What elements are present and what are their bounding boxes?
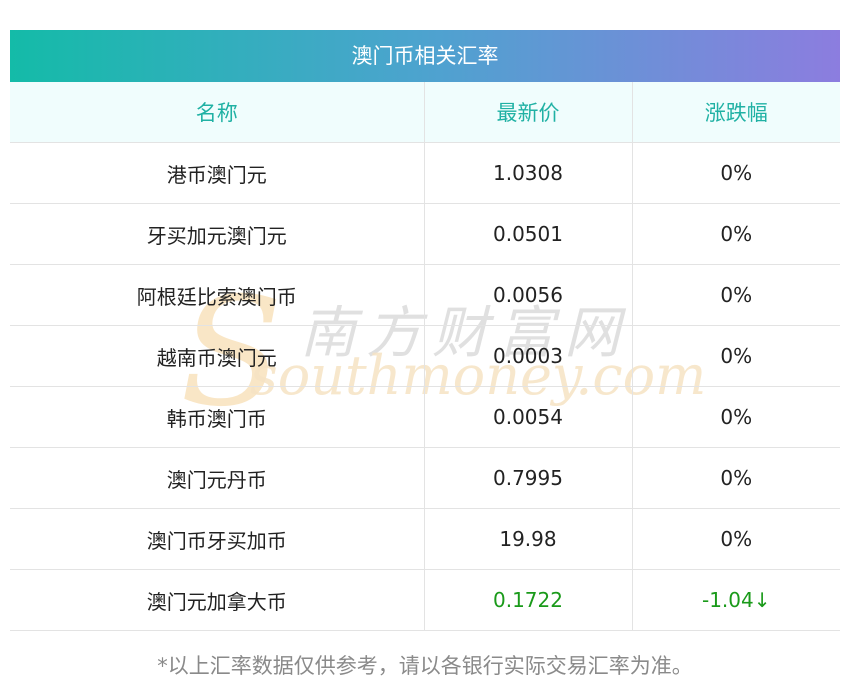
- row-name[interactable]: 韩币澳门币: [10, 386, 425, 448]
- rate-table-panel: 澳门币相关汇率 名称 最新价 涨跌幅 港币澳门元 1.0308 0% 牙买加元澳…: [10, 30, 840, 631]
- table-row: 牙买加元澳门元 0.0501 0%: [10, 203, 840, 265]
- row-name[interactable]: 阿根廷比索澳门币: [10, 264, 425, 326]
- row-name[interactable]: 澳门元加拿大币: [10, 569, 425, 631]
- row-price: 0.0501: [424, 203, 633, 265]
- row-name[interactable]: 澳门元丹币: [10, 447, 425, 509]
- disclaimer-note: *以上汇率数据仅供参考，请以各银行实际交易汇率为准。: [157, 654, 693, 678]
- row-price: 0.7995: [424, 447, 633, 509]
- row-change: -1.04↓: [632, 569, 840, 631]
- row-price: 0.0056: [424, 264, 633, 326]
- row-price: 19.98: [424, 508, 633, 570]
- table-row: 澳门元加拿大币 0.1722 -1.04↓: [10, 569, 840, 631]
- row-change: 0%: [632, 203, 840, 265]
- table-row: 澳门币牙买加币 19.98 0%: [10, 508, 840, 570]
- row-name[interactable]: 牙买加元澳门元: [10, 203, 425, 265]
- row-change: 0%: [632, 142, 840, 204]
- table-row: 港币澳门元 1.0308 0%: [10, 142, 840, 204]
- row-price: 1.0308: [424, 142, 633, 204]
- row-change: 0%: [632, 508, 840, 570]
- table-header-row: 名称 最新价 涨跌幅: [10, 82, 840, 143]
- panel-title: 澳门币相关汇率: [10, 30, 840, 82]
- row-price: 0.0003: [424, 325, 633, 387]
- row-price: 0.0054: [424, 386, 633, 448]
- table-row: 越南币澳门元 0.0003 0%: [10, 325, 840, 387]
- table-row: 阿根廷比索澳门币 0.0056 0%: [10, 264, 840, 326]
- row-change: 0%: [632, 264, 840, 326]
- row-name[interactable]: 澳门币牙买加币: [10, 508, 425, 570]
- header-price: 最新价: [424, 82, 633, 143]
- header-change: 涨跌幅: [632, 82, 840, 143]
- row-name[interactable]: 越南币澳门元: [10, 325, 425, 387]
- table-row: 韩币澳门币 0.0054 0%: [10, 386, 840, 448]
- row-change: 0%: [632, 447, 840, 509]
- table-row: 澳门元丹币 0.7995 0%: [10, 447, 840, 509]
- row-change: 0%: [632, 325, 840, 387]
- rate-table: 名称 最新价 涨跌幅 港币澳门元 1.0308 0% 牙买加元澳门元 0.050…: [10, 82, 840, 631]
- row-price: 0.1722: [424, 569, 633, 631]
- header-name: 名称: [10, 82, 425, 143]
- row-change: 0%: [632, 386, 840, 448]
- row-name[interactable]: 港币澳门元: [10, 142, 425, 204]
